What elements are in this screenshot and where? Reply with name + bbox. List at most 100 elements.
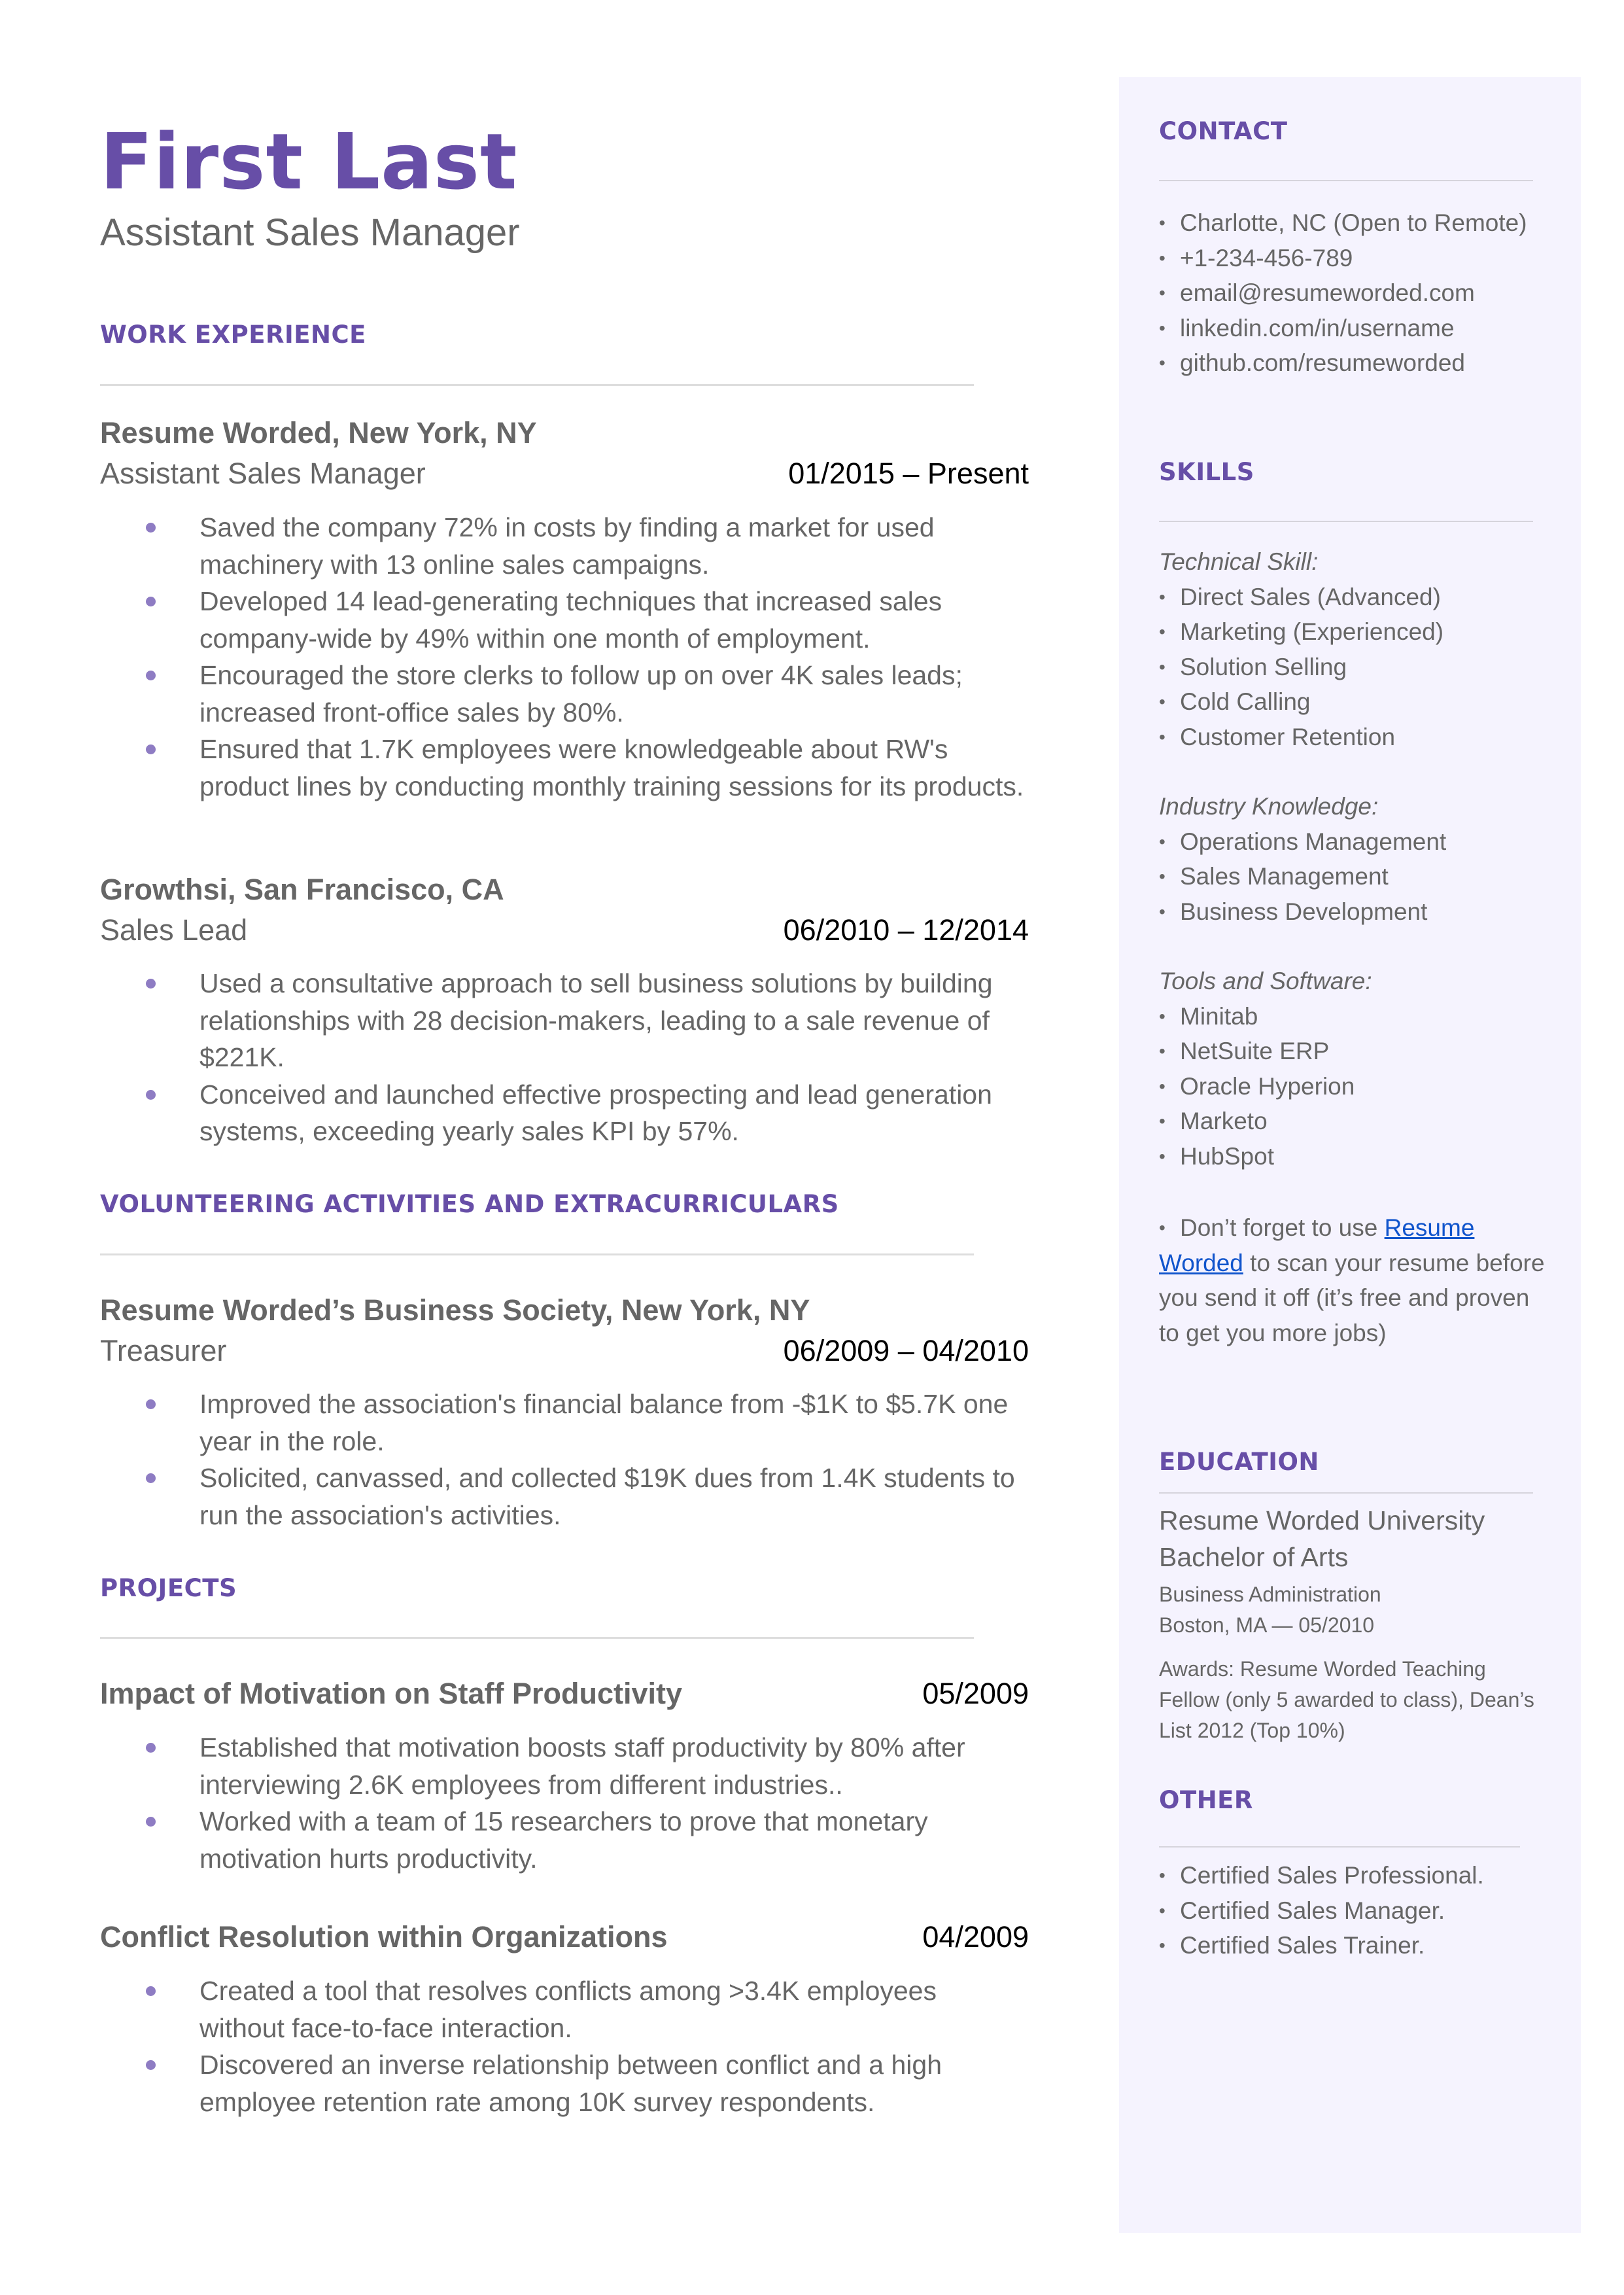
bullet-item: Solicited, canvassed, and collected $19K… (146, 1460, 1029, 1533)
job-bullets: Saved the company 72% in costs by findin… (146, 509, 1029, 805)
project-date: 04/2009 (922, 1920, 1029, 1953)
bullet-item: Developed 14 lead-generating techniques … (146, 583, 1029, 657)
bullet-icon: • (1159, 283, 1166, 303)
bullet-icon: • (1159, 866, 1166, 886)
bullet-icon: • (1159, 1218, 1166, 1238)
volunteer-role: Treasurer (100, 1334, 227, 1367)
bullet-icon: • (1159, 692, 1166, 712)
volunteer-dates: 06/2009 – 04/2010 (783, 1334, 1029, 1367)
contact-email[interactable]: • email@resumeworded.com (1159, 275, 1564, 311)
bullet-icon: • (1159, 1006, 1166, 1026)
skill-item: • Marketo (1159, 1104, 1564, 1139)
job-dates: 01/2015 – Present (788, 457, 1029, 490)
bullet-dot-icon (146, 1817, 156, 1827)
contact-location: • Charlotte, NC (Open to Remote) (1159, 205, 1564, 241)
bullet-item: Worked with a team of 15 researchers to … (146, 1803, 1029, 1877)
bullet-dot-icon (146, 671, 156, 680)
project-date: 05/2009 (922, 1677, 1029, 1710)
bullet-dot-icon (146, 597, 156, 606)
bullet-icon: • (1159, 622, 1166, 642)
bullet-icon: • (1159, 1041, 1166, 1061)
bullet-item: Conceived and launched effective prospec… (146, 1076, 1029, 1150)
project-title-row: Impact of Motivation on Staff Productivi… (100, 1677, 1029, 1711)
bullet-item: Established that motivation boosts staff… (146, 1729, 1029, 1803)
other-item: • Certified Sales Manager. (1159, 1893, 1564, 1929)
skill-item: • Minitab (1159, 999, 1564, 1034)
contact-linkedin[interactable]: • linkedin.com/in/username (1159, 311, 1564, 346)
skill-item: • Marketing (Experienced) (1159, 614, 1564, 650)
section-divider (100, 1253, 974, 1255)
section-divider (1159, 521, 1533, 522)
bullet-dot-icon (146, 523, 156, 533)
contact-list: • Charlotte, NC (Open to Remote) • +1-234-… (1159, 205, 1564, 381)
project-bullets: Established that motivation boosts staff… (146, 1729, 1029, 1877)
bullet-icon: • (1159, 1900, 1166, 1921)
spacer (1159, 929, 1564, 964)
skill-item: • Cold Calling (1159, 684, 1564, 720)
bullet-dot-icon (146, 2060, 156, 2070)
section-heading-other: OTHER (1159, 1786, 1253, 1814)
skill-item: • Operations Management (1159, 824, 1564, 860)
job-role: Assistant Sales Manager (100, 457, 426, 490)
bullet-dot-icon (146, 1986, 156, 1996)
bullet-dot-icon (146, 979, 156, 989)
candidate-name: First Last (100, 116, 518, 207)
skill-item: • Direct Sales (Advanced) (1159, 580, 1564, 615)
bullet-dot-icon (146, 1473, 156, 1483)
skill-item: • Oracle Hyperion (1159, 1069, 1564, 1104)
project-bullets: Created a tool that resolves conflicts a… (146, 1972, 1029, 2120)
section-divider (1159, 180, 1533, 181)
contact-github[interactable]: • github.com/resumeworded (1159, 345, 1564, 381)
job-role-row: Assistant Sales Manager 01/2015 – Presen… (100, 457, 1029, 491)
volunteer-bullets: Improved the association's financial bal… (146, 1386, 1029, 1533)
bullet-icon: • (1159, 656, 1166, 677)
bullet-item: Used a consultative approach to sell bus… (146, 965, 1029, 1076)
section-divider (100, 1637, 974, 1639)
section-divider (100, 384, 974, 386)
bullet-item: Discovered an inverse relationship betwe… (146, 2046, 1029, 2120)
job-role-row: Sales Lead 06/2010 – 12/2014 (100, 913, 1029, 947)
skill-group-label: Technical Skill: (1159, 548, 1319, 575)
bullet-item: Created a tool that resolves conflicts a… (146, 1972, 1029, 2046)
bullet-dot-icon (146, 1399, 156, 1409)
project-title: Impact of Motivation on Staff Productivi… (100, 1677, 683, 1710)
job-role: Sales Lead (100, 913, 248, 947)
education-degree: Bachelor of Arts (1159, 1542, 1349, 1572)
contact-phone[interactable]: • +1-234-456-789 (1159, 241, 1564, 276)
education-major: Business Administration (1159, 1583, 1381, 1606)
bullet-icon: • (1159, 901, 1166, 922)
section-heading-education: EDUCATION (1159, 1448, 1319, 1476)
resume-worded-tip: • Don’t forget to use Resume Worded to sc… (1159, 1210, 1551, 1350)
skill-item: • HubSpot (1159, 1139, 1564, 1174)
section-divider (1159, 1846, 1520, 1848)
bullet-icon: • (1159, 213, 1166, 233)
skill-item: • Solution Selling (1159, 650, 1564, 685)
other-list: • Certified Sales Professional. • Certifie… (1159, 1858, 1564, 1963)
section-heading-contact: CONTACT (1159, 117, 1288, 145)
section-divider (1159, 1492, 1533, 1494)
skill-item: • Business Development (1159, 894, 1564, 930)
skill-group-label: Industry Knowledge: (1159, 793, 1379, 820)
sidebar: CONTACT • Charlotte, NC (Open to Remote) … (1119, 77, 1581, 2233)
education-school: Resume Worded University (1159, 1505, 1485, 1535)
section-heading-volunteering: VOLUNTEERING ACTIVITIES AND EXTRACURRICU… (100, 1190, 839, 1218)
section-heading-work-experience: WORK EXPERIENCE (100, 321, 366, 349)
candidate-title: Assistant Sales Manager (100, 211, 520, 254)
project-title: Conflict Resolution within Organizations (100, 1920, 668, 1953)
bullet-icon: • (1159, 1111, 1166, 1131)
section-heading-skills: SKILLS (1159, 458, 1254, 486)
bullet-icon: • (1159, 247, 1166, 268)
skill-item: • Customer Retention (1159, 720, 1564, 755)
job-company: Growthsi, San Francisco, CA (100, 873, 504, 906)
bullet-icon: • (1159, 317, 1166, 338)
bullet-icon: • (1159, 353, 1166, 373)
bullet-dot-icon (146, 1743, 156, 1753)
bullet-item: Saved the company 72% in costs by findin… (146, 509, 1029, 583)
bullet-item: Encouraged the store clerks to follow up… (146, 657, 1029, 731)
education-awards: Awards: Resume Worded Teaching Fellow (o… (1159, 1657, 1534, 1742)
bullet-icon: • (1159, 831, 1166, 852)
education-location-date: Boston, MA — 05/2010 (1159, 1613, 1375, 1637)
bullet-icon: • (1159, 1146, 1166, 1166)
other-item: • Certified Sales Professional. (1159, 1858, 1564, 1893)
bullet-icon: • (1159, 586, 1166, 607)
